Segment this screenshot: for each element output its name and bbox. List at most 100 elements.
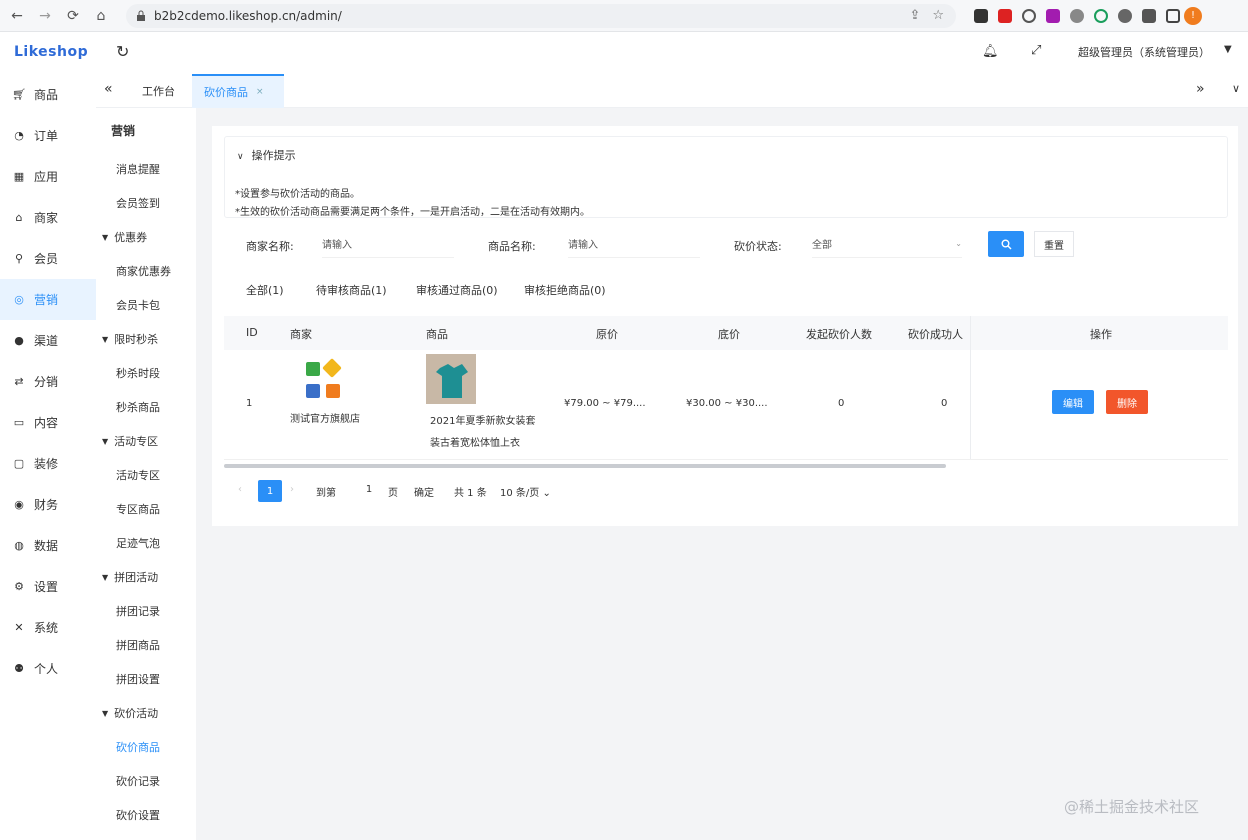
sub-menu-item[interactable]: 商家优惠券 [96, 254, 196, 288]
main-menu-item[interactable]: 🛒︎ 商品 [0, 74, 96, 115]
column-header: 底价 [718, 328, 740, 341]
main-menu-item[interactable]: ⚙ 设置 [0, 566, 96, 607]
extension-icon[interactable] [1070, 8, 1084, 23]
sub-menu-item[interactable]: 砍价设置 [96, 798, 196, 832]
status-tab-all[interactable]: 全部(1) [246, 282, 284, 298]
main-menu-item[interactable]: ◔ 订单 [0, 115, 96, 156]
sub-menu-item[interactable]: 会员卡包 [96, 288, 196, 322]
sub-menu-item[interactable]: 消息提醒 [96, 152, 196, 186]
close-icon[interactable]: × [256, 87, 264, 97]
tip-line: *设置参与砍价活动的商品。 [235, 189, 360, 200]
chevron-down-icon: ⌄ [542, 488, 551, 499]
status-tab-pending[interactable]: 待审核商品(1) [316, 282, 387, 298]
extension-icon[interactable] [998, 8, 1012, 23]
sub-menu-item[interactable]: 专区商品 [96, 492, 196, 526]
marketing-icon: ◎ [14, 293, 24, 306]
extension-icon[interactable] [1046, 8, 1060, 23]
main-menu-item[interactable]: ⚉ 个人 [0, 648, 96, 689]
profile-avatar[interactable]: ! [1184, 6, 1202, 25]
main-menu-item[interactable]: ● 渠道 [0, 320, 96, 361]
share-icon[interactable]: ⇪ [909, 8, 920, 23]
sub-menu-item[interactable]: 拼团设置 [96, 662, 196, 696]
address-bar[interactable]: b2b2cdemo.likeshop.cn/admin/ ⇪ ☆ [126, 3, 956, 28]
share-icon: ⇄ [14, 375, 24, 388]
goto-confirm-button[interactable]: 确定 [414, 484, 434, 499]
next-page-icon[interactable]: › [290, 484, 294, 495]
book-icon: ▭ [13, 416, 25, 429]
forward-icon[interactable]: → [34, 5, 56, 27]
main-menu-label: 商品 [34, 88, 59, 102]
sub-menu-item[interactable]: 砍价记录 [96, 764, 196, 798]
chevron-down-icon[interactable]: ▼ [1224, 44, 1232, 55]
edit-button[interactable]: 编辑 [1052, 390, 1094, 414]
sub-menu-item[interactable]: 秒杀商品 [96, 390, 196, 424]
search-button[interactable] [988, 231, 1024, 257]
extension-icon[interactable] [1118, 8, 1132, 23]
sub-menu-label: 拼团商品 [116, 639, 160, 652]
page-size-select[interactable]: 10 条/页 ⌄ [500, 484, 551, 499]
sub-menu-item[interactable]: 秒杀时段 [96, 356, 196, 390]
fullscreen-icon[interactable]: ⤢ [1031, 43, 1041, 58]
main-menu-item[interactable]: ⇄ 分销 [0, 361, 96, 402]
star-icon[interactable]: ☆ [932, 8, 944, 23]
status-tab-approved[interactable]: 审核通过商品(0) [416, 282, 498, 298]
main-menu-item[interactable]: ◎ 营销 [0, 279, 96, 320]
extension-icon[interactable] [1094, 8, 1108, 23]
tab-bargain-goods[interactable]: 砍价商品 × [192, 74, 284, 108]
refresh-icon[interactable]: ↻ [116, 42, 129, 61]
prev-page-icon[interactable]: ‹ [238, 484, 242, 495]
sub-menu-group[interactable]: ▼ 活动专区 [96, 424, 196, 458]
sub-menu-item[interactable]: 活动专区 [96, 458, 196, 492]
collapse-left-icon[interactable]: « [104, 81, 113, 97]
goto-input[interactable]: 1 [358, 484, 380, 495]
extension-icon[interactable] [974, 8, 988, 23]
main-menu-item[interactable]: ▭ 内容 [0, 402, 96, 443]
sub-menu-group[interactable]: ▼ 优惠券 [96, 220, 196, 254]
bell-icon[interactable]: 🔔︎ [982, 44, 999, 59]
main-menu-item[interactable]: ◍ 数据 [0, 525, 96, 566]
main-menu-item[interactable]: ▢ 装修 [0, 443, 96, 484]
goods-name: 2021年夏季新款女装套 [430, 416, 536, 427]
tab-label: 工作台 [142, 85, 175, 98]
tips-box: ∨ 操作提示 *设置参与砍价活动的商品。 *生效的砍价活动商品需要满足两个条件，一… [224, 136, 1228, 218]
sub-menu-item[interactable]: 会员签到 [96, 186, 196, 220]
goods-name-input[interactable]: 请输入 [568, 230, 700, 258]
sub-menu-group[interactable]: ▼ 拼团活动 [96, 560, 196, 594]
sub-menu-item[interactable]: 拼团商品 [96, 628, 196, 662]
back-icon[interactable]: ← [6, 5, 28, 27]
search-icon [1001, 239, 1011, 249]
sub-menu-item[interactable]: 足迹气泡 [96, 526, 196, 560]
home-icon[interactable]: ⌂ [90, 5, 112, 27]
puzzle-icon[interactable] [1142, 8, 1156, 23]
sub-menu-item[interactable]: 拼团记录 [96, 594, 196, 628]
chevron-down-icon[interactable]: ∨ [1232, 82, 1240, 95]
status-select[interactable]: 全部 ⌄ [812, 230, 962, 258]
tab-bar: « 工作台 砍价商品 × » ∨ [96, 74, 1248, 108]
main-menu-item[interactable]: ⌂ 商家 [0, 197, 96, 238]
tab-workbench[interactable]: 工作台 [142, 74, 175, 108]
shop-name-input[interactable]: 请输入 [322, 230, 454, 258]
sub-menu-group[interactable]: ▼ 砍价活动 [96, 696, 196, 730]
column-header: 发起砍价人数 [806, 328, 872, 341]
grid-icon: ▦ [13, 170, 25, 183]
main-menu-item[interactable]: ▦ 应用 [0, 156, 96, 197]
extension-icon[interactable] [1022, 8, 1036, 23]
main-menu-item[interactable]: ◉ 财务 [0, 484, 96, 525]
tips-toggle[interactable]: ∨ 操作提示 [237, 147, 296, 163]
sub-menu-group[interactable]: ▼ 限时秒杀 [96, 322, 196, 356]
reload-icon[interactable]: ⟳ [62, 5, 84, 27]
browser-toolbar: ← → ⟳ ⌂ b2b2cdemo.likeshop.cn/admin/ ⇪ ☆… [0, 0, 1248, 32]
delete-button[interactable]: 删除 [1106, 390, 1148, 414]
page-current[interactable]: 1 [258, 480, 282, 502]
chart-icon: ◍ [14, 539, 24, 552]
reset-button[interactable]: 重置 [1034, 231, 1074, 257]
horizontal-scrollbar[interactable] [224, 464, 946, 468]
user-name[interactable]: 超级管理员（系统管理员） [1078, 44, 1210, 60]
main-menu-item[interactable]: ✕ 系统 [0, 607, 96, 648]
sidebar-icon[interactable] [1166, 8, 1180, 23]
main-menu-item[interactable]: ⚲ 会员 [0, 238, 96, 279]
collapse-right-icon[interactable]: » [1196, 81, 1205, 97]
caret-down-icon: ▼ [102, 708, 109, 718]
status-tab-rejected[interactable]: 审核拒绝商品(0) [524, 282, 606, 298]
sub-menu-item[interactable]: 砍价商品 [96, 730, 196, 764]
